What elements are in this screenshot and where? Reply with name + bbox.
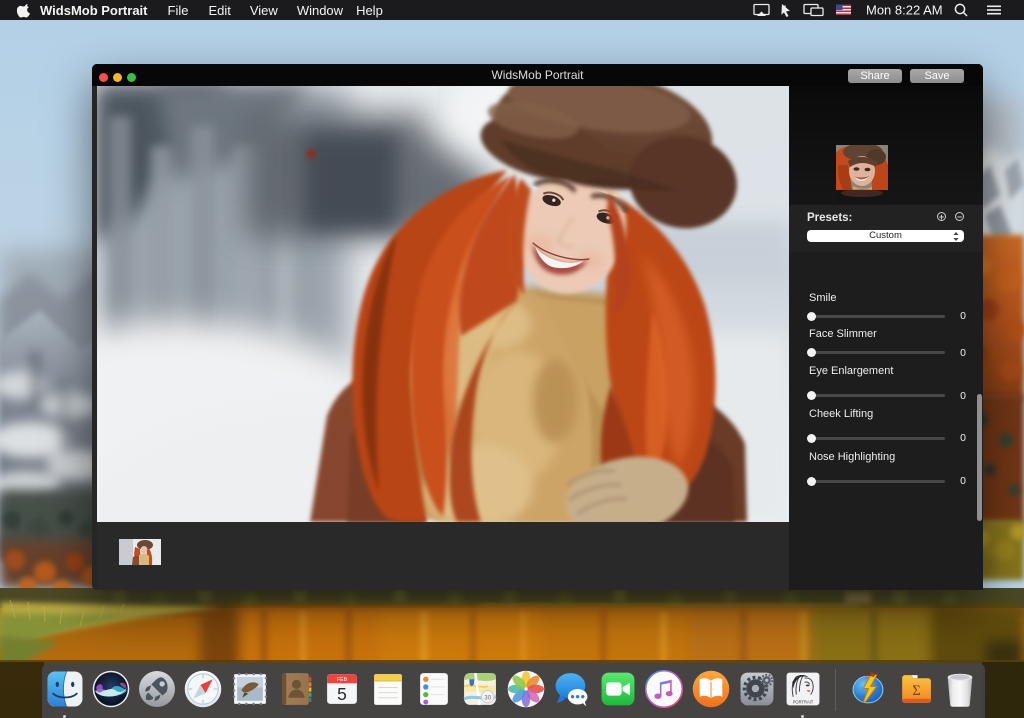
svg-text:FEB: FEB: [337, 677, 348, 683]
svg-text:30: 30: [484, 694, 491, 701]
svg-text:Mon 8:22 AM: Mon 8:22 AM: [866, 3, 943, 18]
svg-text:5: 5: [337, 684, 347, 704]
svg-text:Σ: Σ: [912, 683, 920, 699]
svg-text:PORTRAIT: PORTRAIT: [792, 699, 813, 704]
